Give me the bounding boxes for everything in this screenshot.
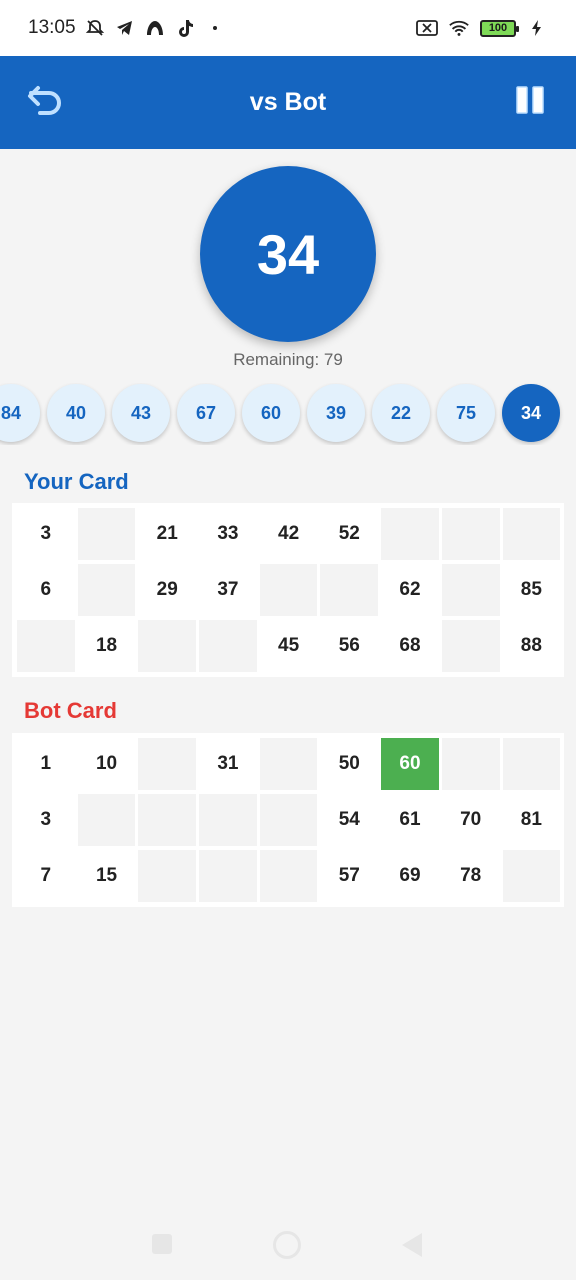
history-ball: 75: [437, 384, 495, 442]
history-ball: 60: [242, 384, 300, 442]
bot-card-number-cell: 15: [95, 865, 118, 886]
your-card-number-cell[interactable]: 18: [78, 620, 136, 672]
drawn-history[interactable]: 84 40 43 67 60 39 22 75 34: [0, 383, 576, 445]
recent-apps-button[interactable]: [152, 1234, 172, 1254]
pause-icon: [515, 85, 545, 120]
bot-card: 1 10 31 50 60 3 54 61 70 81 7 15 57 69 78: [12, 733, 564, 907]
your-card-title: Your Card: [24, 469, 129, 494]
history-ball: 84: [0, 384, 40, 442]
your-card-empty-cell[interactable]: [259, 564, 318, 616]
your-card-number-cell[interactable]: 56: [320, 620, 378, 672]
bot-card-title: Bot Card: [24, 698, 117, 723]
wifi-icon: [448, 17, 470, 39]
your-card-number-cell[interactable]: 45: [260, 620, 318, 672]
bot-card-empty-cell: [138, 850, 197, 902]
your-card-empty-cell[interactable]: [441, 564, 500, 616]
your-card-empty-cell[interactable]: [381, 508, 439, 560]
undo-arrow-icon: [27, 84, 65, 121]
bot-card-number-cell: 7: [40, 865, 52, 886]
no-sim-icon: [416, 17, 438, 39]
remaining-count: Remaining: 79: [233, 350, 343, 369]
bot-card-number-cell: 78: [460, 865, 482, 886]
your-card-empty-cell[interactable]: [77, 564, 136, 616]
muted-bell-icon: [84, 17, 106, 39]
your-card-number-cell[interactable]: 42: [260, 508, 318, 560]
your-card-number-cell[interactable]: 29: [138, 564, 196, 616]
current-number-ball: 34: [200, 166, 376, 342]
history-ball-current: 34: [502, 384, 560, 442]
your-card-number-cell[interactable]: 85: [503, 564, 561, 616]
bot-card-empty-cell: [199, 850, 257, 902]
bot-card-number-cell: 3: [40, 809, 52, 830]
history-ball: 40: [47, 384, 105, 442]
bot-card-number-cell: 54: [338, 809, 360, 830]
your-card-number-cell[interactable]: 21: [138, 508, 196, 560]
pause-button[interactable]: [514, 85, 546, 120]
dot-icon: [204, 17, 226, 39]
status-bar: 13:05 100: [0, 0, 576, 56]
your-card-number-cell[interactable]: 62: [381, 564, 439, 616]
bot-card-number-cell: 61: [399, 809, 421, 830]
bot-card-empty-cell: [259, 738, 318, 790]
app-icon: [144, 17, 166, 39]
bot-card-number-cell: 10: [95, 753, 118, 774]
your-card-empty-cell[interactable]: [441, 620, 500, 672]
bot-card-empty-cell: [259, 794, 318, 846]
home-button[interactable]: [273, 1231, 301, 1259]
bot-card-number-cell: 31: [217, 753, 239, 774]
history-ball: 22: [372, 384, 430, 442]
bot-card-number-cell: 81: [520, 809, 542, 830]
your-card-number-cell[interactable]: 33: [199, 508, 257, 560]
tiktok-icon: [174, 17, 196, 39]
history-ball: 43: [112, 384, 170, 442]
telegram-icon: [114, 17, 136, 39]
battery-icon: 100: [480, 19, 519, 37]
your-card-number-cell[interactable]: 68: [381, 620, 439, 672]
bot-card-empty-cell: [138, 738, 197, 790]
app-bar: vs Bot: [0, 56, 576, 149]
system-back-button[interactable]: [402, 1233, 422, 1257]
bot-card-empty-cell: [138, 794, 197, 846]
your-card-number-cell[interactable]: 52: [320, 508, 378, 560]
bot-card-empty-cell: [441, 738, 500, 790]
system-nav-bar: [0, 1210, 576, 1280]
your-card-empty-cell[interactable]: [17, 620, 75, 672]
your-card-number-cell[interactable]: 3: [17, 508, 75, 560]
status-time: 13:05: [28, 17, 76, 38]
page-title: vs Bot: [249, 88, 327, 116]
history-ball: 67: [177, 384, 235, 442]
your-card-empty-cell[interactable]: [138, 620, 197, 672]
your-card-empty-cell[interactable]: [199, 620, 257, 672]
history-ball: 39: [307, 384, 365, 442]
your-card-number-cell[interactable]: 37: [199, 564, 257, 616]
your-card-empty-cell[interactable]: [441, 508, 500, 560]
bot-card-number-cell: 50: [338, 753, 360, 774]
your-card-number-cell[interactable]: 88: [503, 620, 561, 672]
your-card-number-cell[interactable]: 6: [17, 564, 75, 616]
bot-card-empty-cell: [259, 850, 318, 902]
bot-card-empty-cell: [502, 738, 561, 790]
bot-card-number-cell: 57: [338, 865, 360, 886]
charging-icon: [526, 17, 548, 39]
bot-card-number-cell: 69: [399, 865, 421, 886]
your-card-empty-cell[interactable]: [502, 508, 561, 560]
back-button[interactable]: [26, 84, 66, 120]
your-card-empty-cell[interactable]: [320, 564, 379, 616]
bot-card-marked-cell: 60: [381, 738, 439, 790]
bot-card-empty-cell: [77, 794, 136, 846]
your-card: 3 21 33 42 52 6 29 37 62 85 18 45 56 68 88: [12, 503, 564, 677]
bot-card-empty-cell: [199, 794, 257, 846]
bot-card-number-cell: 1: [40, 753, 52, 774]
bot-card-number-cell: 70: [460, 809, 482, 830]
your-card-empty-cell[interactable]: [77, 508, 136, 560]
bot-card-empty-cell: [502, 850, 561, 902]
